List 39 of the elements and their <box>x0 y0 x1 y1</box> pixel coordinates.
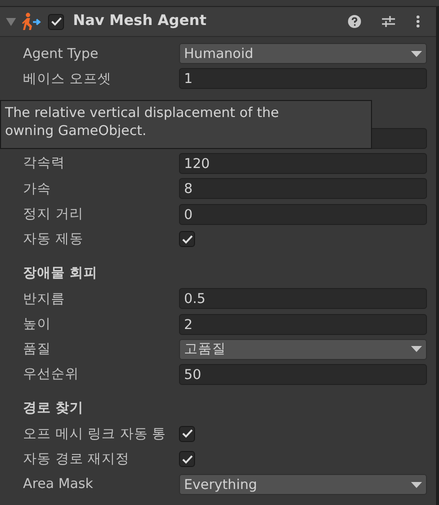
preset-sliders-icon[interactable] <box>382 15 395 28</box>
number-field[interactable]: 120 <box>179 153 427 174</box>
dropdown[interactable]: 고품질 <box>179 338 427 360</box>
field-label: Area Mask <box>23 475 94 494</box>
help-icon[interactable] <box>348 15 361 28</box>
field-label: 가속 <box>23 180 52 199</box>
tooltip: The relative vertical displacement of the owning GameObject. <box>0 100 372 149</box>
field-label: 각속력 <box>23 154 66 174</box>
field-label: Agent Type <box>23 44 100 64</box>
field-label: 높이 <box>23 314 52 334</box>
caret-icon <box>411 346 422 352</box>
running-figure-icon <box>21 12 43 32</box>
field-label: 반지름 <box>23 290 66 309</box>
number-field[interactable]: 0 <box>179 204 427 225</box>
dropdown[interactable]: Humanoid <box>179 43 427 64</box>
field-label: 정지 거리 <box>23 205 84 224</box>
more-menu-icon[interactable] <box>416 15 420 28</box>
field-label: 자동 경로 재지정 <box>23 450 131 470</box>
number-field[interactable]: 0.5 <box>179 288 427 310</box>
checkbox[interactable] <box>179 451 195 468</box>
section-header: 경로 찾기 <box>23 399 84 418</box>
caret-icon <box>411 50 422 57</box>
number-field[interactable]: 8 <box>179 178 427 200</box>
field-label: 자동 제동 <box>23 230 84 250</box>
caret-icon <box>411 482 422 488</box>
field-label: 베이스 오프셋 <box>23 70 112 89</box>
section-header: 장애물 회피 <box>23 264 98 283</box>
number-field[interactable]: 2 <box>179 314 427 335</box>
enabled-checkbox[interactable] <box>48 14 64 30</box>
field-label: 오프 메시 링크 자동 통 <box>23 424 168 444</box>
number-field[interactable]: 50 <box>179 364 427 386</box>
checkbox[interactable] <box>179 231 195 248</box>
foldout-arrow-icon[interactable] <box>6 18 16 26</box>
dropdown[interactable]: Everything <box>179 474 427 495</box>
component-title: Nav Mesh Agent <box>73 12 206 31</box>
field-label: 품질 <box>23 340 52 360</box>
checkbox[interactable] <box>179 426 195 442</box>
field-label: 우선순위 <box>23 365 80 384</box>
number-field[interactable]: 1 <box>179 68 427 90</box>
